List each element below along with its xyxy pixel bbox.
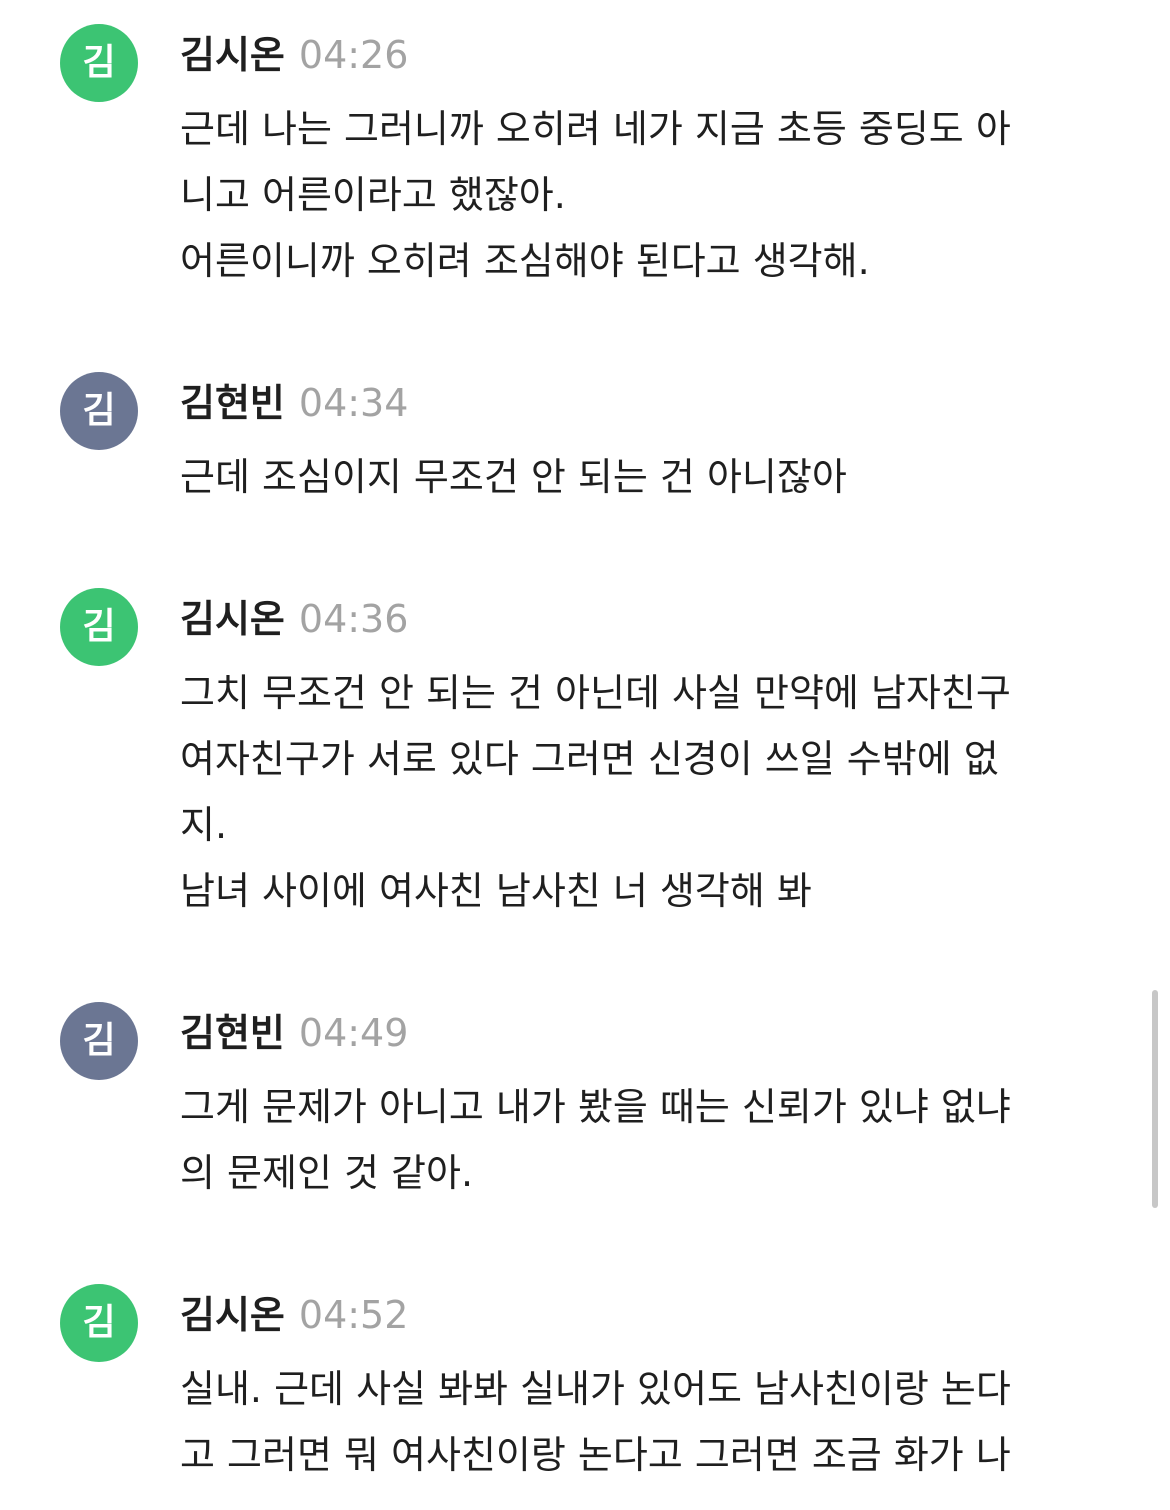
message-header: 김현빈 04:34 (180, 372, 408, 427)
sender-name[interactable]: 김시온 (180, 597, 285, 641)
message-line: 근데 나는 그러니까 오히려 네가 지금 초등 중딩도 아 (180, 107, 1011, 151)
message-line: 어른이니까 오히려 조심해야 된다고 생각해. (180, 239, 870, 283)
message-line: 실내. 근데 사실 봐봐 실내가 있어도 남사친이랑 논다 (180, 1367, 1011, 1411)
message-line: 남녀 사이에 여사친 남사친 너 생각해 봐 (180, 869, 812, 913)
message-line: 의 문제인 것 같아. (180, 1151, 474, 1195)
message-text: 그치 무조건 안 되는 건 아닌데 사실 만약에 남자친구 여자친구가 서로 있… (180, 660, 1100, 924)
avatar[interactable]: 김 (60, 24, 138, 102)
message-line: 니고 어른이라고 했잖아. (180, 173, 566, 217)
avatar[interactable]: 김 (60, 588, 138, 666)
message-timestamp: 04:34 (298, 381, 409, 425)
sender-name[interactable]: 김시온 (180, 1293, 285, 1337)
message-timestamp: 04:26 (298, 33, 409, 77)
sender-name[interactable]: 김시온 (180, 33, 285, 77)
message-line: 지. (180, 803, 228, 847)
sender-name[interactable]: 김현빈 (180, 1011, 285, 1055)
message-header: 김시온 04:52 (180, 1284, 408, 1339)
message-line: 고 그러면 뭐 여사친이랑 논다고 그러면 조금 화가 나 (180, 1433, 1011, 1477)
chat-message-list[interactable]: 김 김시온 04:26 근데 나는 그러니까 오히려 네가 지금 초등 중딩도 아… (0, 0, 1170, 1510)
message-header: 김현빈 04:49 (180, 1002, 408, 1057)
message-timestamp: 04:49 (298, 1011, 409, 1055)
message-text: 실내. 근데 사실 봐봐 실내가 있어도 남사친이랑 논다 고 그러면 뭐 여사… (180, 1356, 1100, 1488)
message-timestamp: 04:52 (298, 1293, 409, 1337)
message-header: 김시온 04:36 (180, 588, 408, 643)
message-line: 여자친구가 서로 있다 그러면 신경이 쓰일 수밖에 없 (180, 737, 999, 781)
avatar[interactable]: 김 (60, 1284, 138, 1362)
message-text: 그게 문제가 아니고 내가 봤을 때는 신뢰가 있냐 없냐 의 문제인 것 같아… (180, 1074, 1100, 1206)
message-text: 근데 나는 그러니까 오히려 네가 지금 초등 중딩도 아 니고 어른이라고 했… (180, 96, 1100, 294)
message-line: 그치 무조건 안 되는 건 아닌데 사실 만약에 남자친구 (180, 671, 1011, 715)
avatar[interactable]: 김 (60, 1002, 138, 1080)
message-timestamp: 04:36 (298, 597, 409, 641)
scrollbar-thumb[interactable] (1152, 990, 1158, 1208)
message-line: 근데 조심이지 무조건 안 되는 건 아니잖아 (180, 455, 847, 499)
sender-name[interactable]: 김현빈 (180, 381, 285, 425)
message-text: 근데 조심이지 무조건 안 되는 건 아니잖아 (180, 444, 1100, 510)
message-line: 그게 문제가 아니고 내가 봤을 때는 신뢰가 있냐 없냐 (180, 1085, 1011, 1129)
message-header: 김시온 04:26 (180, 24, 408, 79)
avatar[interactable]: 김 (60, 372, 138, 450)
